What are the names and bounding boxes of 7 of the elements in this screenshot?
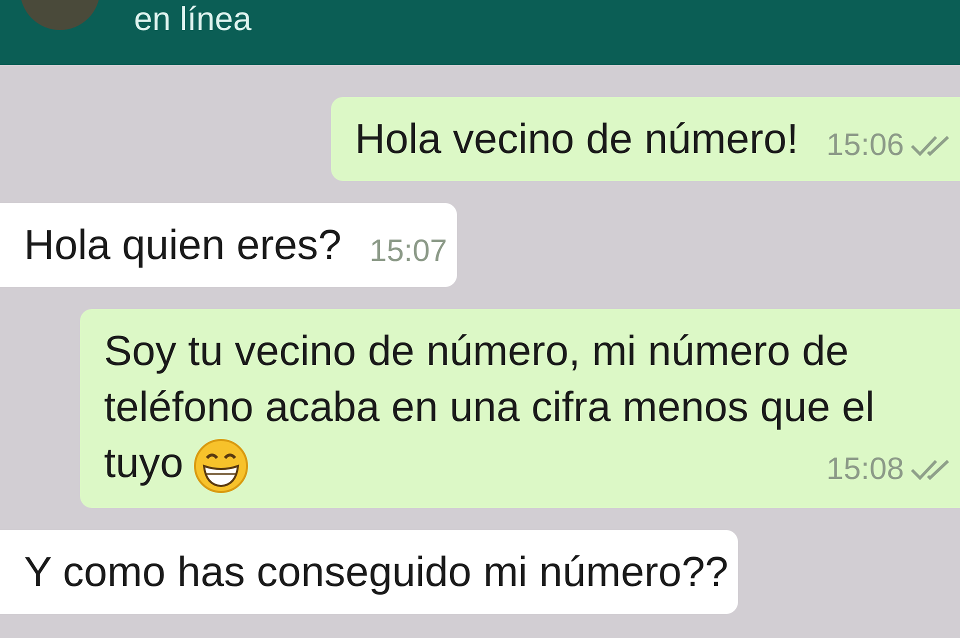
message-text: Hola quien eres? bbox=[24, 221, 342, 268]
message-text: Y como has conseguido mi número?? bbox=[24, 548, 728, 595]
contact-status: en línea bbox=[134, 2, 252, 35]
message-time: 15:06 bbox=[826, 126, 904, 164]
message-time: 15:07 bbox=[370, 232, 448, 270]
message-time: 15:08 bbox=[826, 450, 904, 488]
message-text: Hola vecino de número! bbox=[354, 115, 798, 162]
